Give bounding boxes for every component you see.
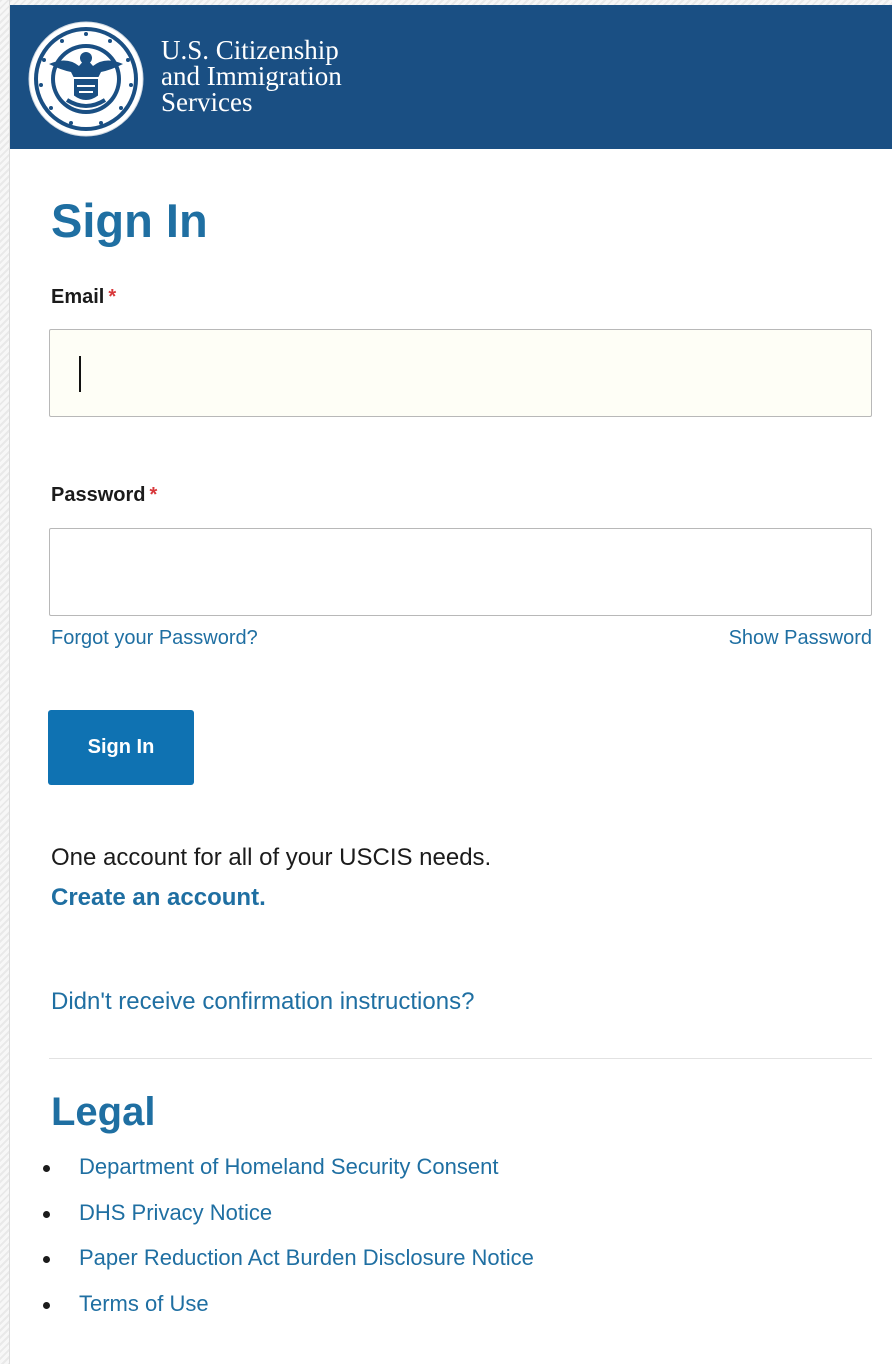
list-item: Paper Reduction Act Burden Disclosure No… — [34, 1238, 534, 1284]
email-required-marker: * — [108, 286, 117, 308]
show-password-link[interactable]: Show Password — [729, 627, 872, 650]
page-title: Sign In — [51, 194, 208, 247]
sign-in-button[interactable]: Sign In — [48, 710, 194, 785]
password-label: Password * — [51, 484, 157, 507]
section-divider — [49, 1058, 872, 1059]
legal-heading: Legal — [51, 1090, 156, 1134]
legal-link-terms-of-use[interactable]: Terms of Use — [79, 1291, 209, 1316]
agency-name: U.S. Citizenship and Immigration Service… — [161, 35, 342, 117]
agency-name-line-1: U.S. Citizenship — [161, 35, 339, 65]
email-field[interactable] — [49, 329, 872, 417]
password-required-marker: * — [149, 484, 158, 506]
bullet-icon — [43, 1256, 50, 1263]
list-item: Terms of Use — [34, 1284, 534, 1330]
legal-links-list: Department of Homeland Security Consent … — [34, 1147, 534, 1329]
email-label: Email * — [51, 286, 116, 309]
list-item: Department of Homeland Security Consent — [34, 1147, 534, 1193]
password-label-text: Password — [51, 484, 146, 506]
account-promo-text: One account for all of your USCIS needs. — [51, 844, 492, 871]
text-cursor — [79, 356, 81, 392]
create-account-link[interactable]: Create an account. — [51, 884, 266, 912]
left-edge-strip — [0, 0, 10, 1364]
bullet-icon — [43, 1165, 50, 1172]
email-label-text: Email — [51, 286, 105, 308]
legal-link-paper-reduction-act[interactable]: Paper Reduction Act Burden Disclosure No… — [79, 1245, 534, 1270]
bullet-icon — [43, 1301, 50, 1309]
password-field[interactable] — [49, 528, 872, 616]
bullet-icon — [43, 1210, 50, 1218]
forgot-password-link[interactable]: Forgot your Password? — [51, 627, 258, 650]
agency-name-line-2: and Immigration — [161, 61, 342, 91]
resend-confirmation-link[interactable]: Didn't receive confirmation instructions… — [51, 988, 474, 1016]
legal-link-privacy-notice[interactable]: DHS Privacy Notice — [79, 1200, 272, 1225]
list-item: DHS Privacy Notice — [34, 1193, 534, 1239]
legal-link-dhs-consent[interactable]: Department of Homeland Security Consent — [79, 1154, 498, 1179]
dhs-seal-icon — [28, 21, 144, 137]
agency-name-line-3: Services — [161, 87, 253, 117]
